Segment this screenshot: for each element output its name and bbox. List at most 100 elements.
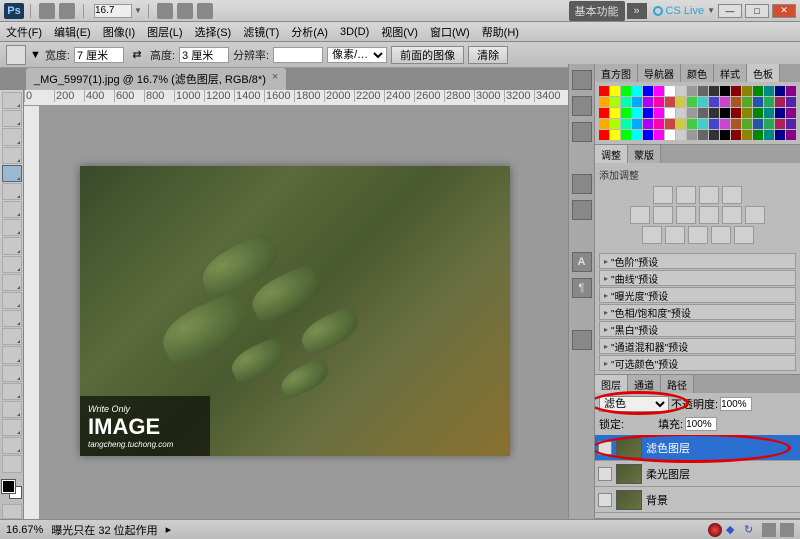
eyedropper-tool[interactable] [2,183,22,200]
swatch-cell[interactable] [610,86,620,96]
swatch-cell[interactable] [731,119,741,129]
dock-character-icon[interactable]: A [572,252,592,272]
swatch-cell[interactable] [698,130,708,140]
resolution-unit-select[interactable]: 像素/… [327,47,387,63]
swatch-cell[interactable] [676,130,686,140]
threshold-icon[interactable] [688,226,708,244]
layer-thumbnail[interactable] [616,490,642,510]
tab-swatches[interactable]: 色板 [747,64,780,82]
tab-navigator[interactable]: 导航器 [638,64,681,82]
menu-view[interactable]: 视图(V) [375,24,424,40]
status-icon[interactable] [780,523,794,537]
healing-tool[interactable] [2,201,22,218]
arrange-icon[interactable] [177,3,193,19]
swatch-cell[interactable] [643,130,653,140]
screenmode-icon[interactable] [197,3,213,19]
swatch-cell[interactable] [687,86,697,96]
swatch-cell[interactable] [621,97,631,107]
menu-window[interactable]: 窗口(W) [424,24,476,40]
brush-tool[interactable] [2,219,22,236]
lasso-tool[interactable] [2,128,22,145]
swatch-cell[interactable] [764,108,774,118]
swatch-cell[interactable] [742,108,752,118]
huesat-icon[interactable] [653,206,673,224]
layer-row[interactable]: 背景 [595,487,800,513]
swatch-cell[interactable] [720,86,730,96]
opacity-input[interactable] [720,397,752,411]
dock-icon[interactable] [572,200,592,220]
swatch-cell[interactable] [687,108,697,118]
status-zoom[interactable]: 16.67% [6,524,43,536]
menu-3d[interactable]: 3D(D) [334,26,375,38]
menu-edit[interactable]: 编辑(E) [48,24,97,40]
tool-preset-dropdown-icon[interactable]: ▼ [30,49,41,61]
tab-adjustments[interactable]: 调整 [595,145,628,163]
swatch-cell[interactable] [654,108,664,118]
swatch-cell[interactable] [665,97,675,107]
swatch-cell[interactable] [610,108,620,118]
fill-input[interactable] [685,417,717,431]
swatch-cell[interactable] [709,108,719,118]
preset-item[interactable]: "色相/饱和度"预设 [599,304,796,320]
dock-icon[interactable] [572,122,592,142]
swatch-cell[interactable] [753,119,763,129]
swatch-cell[interactable] [786,97,796,107]
bridge-icon[interactable] [39,3,55,19]
channelmixer-icon[interactable] [745,206,765,224]
swap-dims-icon[interactable]: ⇄ [128,46,146,64]
swatch-cell[interactable] [665,108,675,118]
preset-item[interactable]: "通道混和器"预设 [599,338,796,354]
swatch-cell[interactable] [610,119,620,129]
swatch-cell[interactable] [764,119,774,129]
zoom-tool[interactable] [2,455,22,472]
swatch-cell[interactable] [720,119,730,129]
path-tool[interactable] [2,383,22,400]
swatch-cell[interactable] [753,108,763,118]
workspace-switch-icon[interactable]: » [627,3,647,19]
blend-mode-select[interactable]: 滤色 [599,396,669,412]
hand-tool[interactable] [2,437,22,454]
tab-color[interactable]: 颜色 [681,64,714,82]
swatch-cell[interactable] [654,130,664,140]
colorbalance-icon[interactable] [676,206,696,224]
swatch-cell[interactable] [599,108,609,118]
swatch-cell[interactable] [676,119,686,129]
tab-close-icon[interactable]: × [272,71,278,87]
crop-tool[interactable] [2,165,22,182]
swatch-cell[interactable] [632,86,642,96]
swatch-cell[interactable] [731,108,741,118]
status-icon[interactable]: ◆ [726,523,740,537]
swatch-cell[interactable] [643,119,653,129]
swatch-cell[interactable] [709,97,719,107]
bw-icon[interactable] [699,206,719,224]
menu-image[interactable]: 图像(I) [97,24,141,40]
swatch-cell[interactable] [709,86,719,96]
curves-icon[interactable] [699,186,719,204]
swatch-cell[interactable] [775,86,785,96]
swatch-cell[interactable] [742,130,752,140]
swatch-cell[interactable] [665,130,675,140]
swatch-cell[interactable] [665,86,675,96]
visibility-eye-icon[interactable] [598,467,612,481]
swatch-cell[interactable] [621,86,631,96]
swatch-cell[interactable] [742,86,752,96]
swatch-cell[interactable] [687,97,697,107]
viewextras-icon[interactable] [157,3,173,19]
status-sync-icon[interactable]: ↻ [744,523,758,537]
levels-icon[interactable] [676,186,696,204]
swatch-cell[interactable] [764,130,774,140]
swatch-cell[interactable] [610,130,620,140]
swatch-cell[interactable] [698,108,708,118]
tab-paths[interactable]: 路径 [661,375,694,393]
lock-position-icon[interactable] [642,417,656,431]
preset-item[interactable]: "可选颜色"预设 [599,355,796,371]
swatch-cell[interactable] [610,97,620,107]
preset-item[interactable]: "黑白"预设 [599,321,796,337]
crop-tool-icon[interactable] [6,45,26,65]
swatch-cell[interactable] [764,86,774,96]
swatch-cell[interactable] [654,86,664,96]
quickselect-tool[interactable] [2,147,22,164]
swatch-cell[interactable] [643,108,653,118]
menu-layer[interactable]: 图层(L) [141,24,188,40]
close-button[interactable]: ✕ [772,4,796,18]
